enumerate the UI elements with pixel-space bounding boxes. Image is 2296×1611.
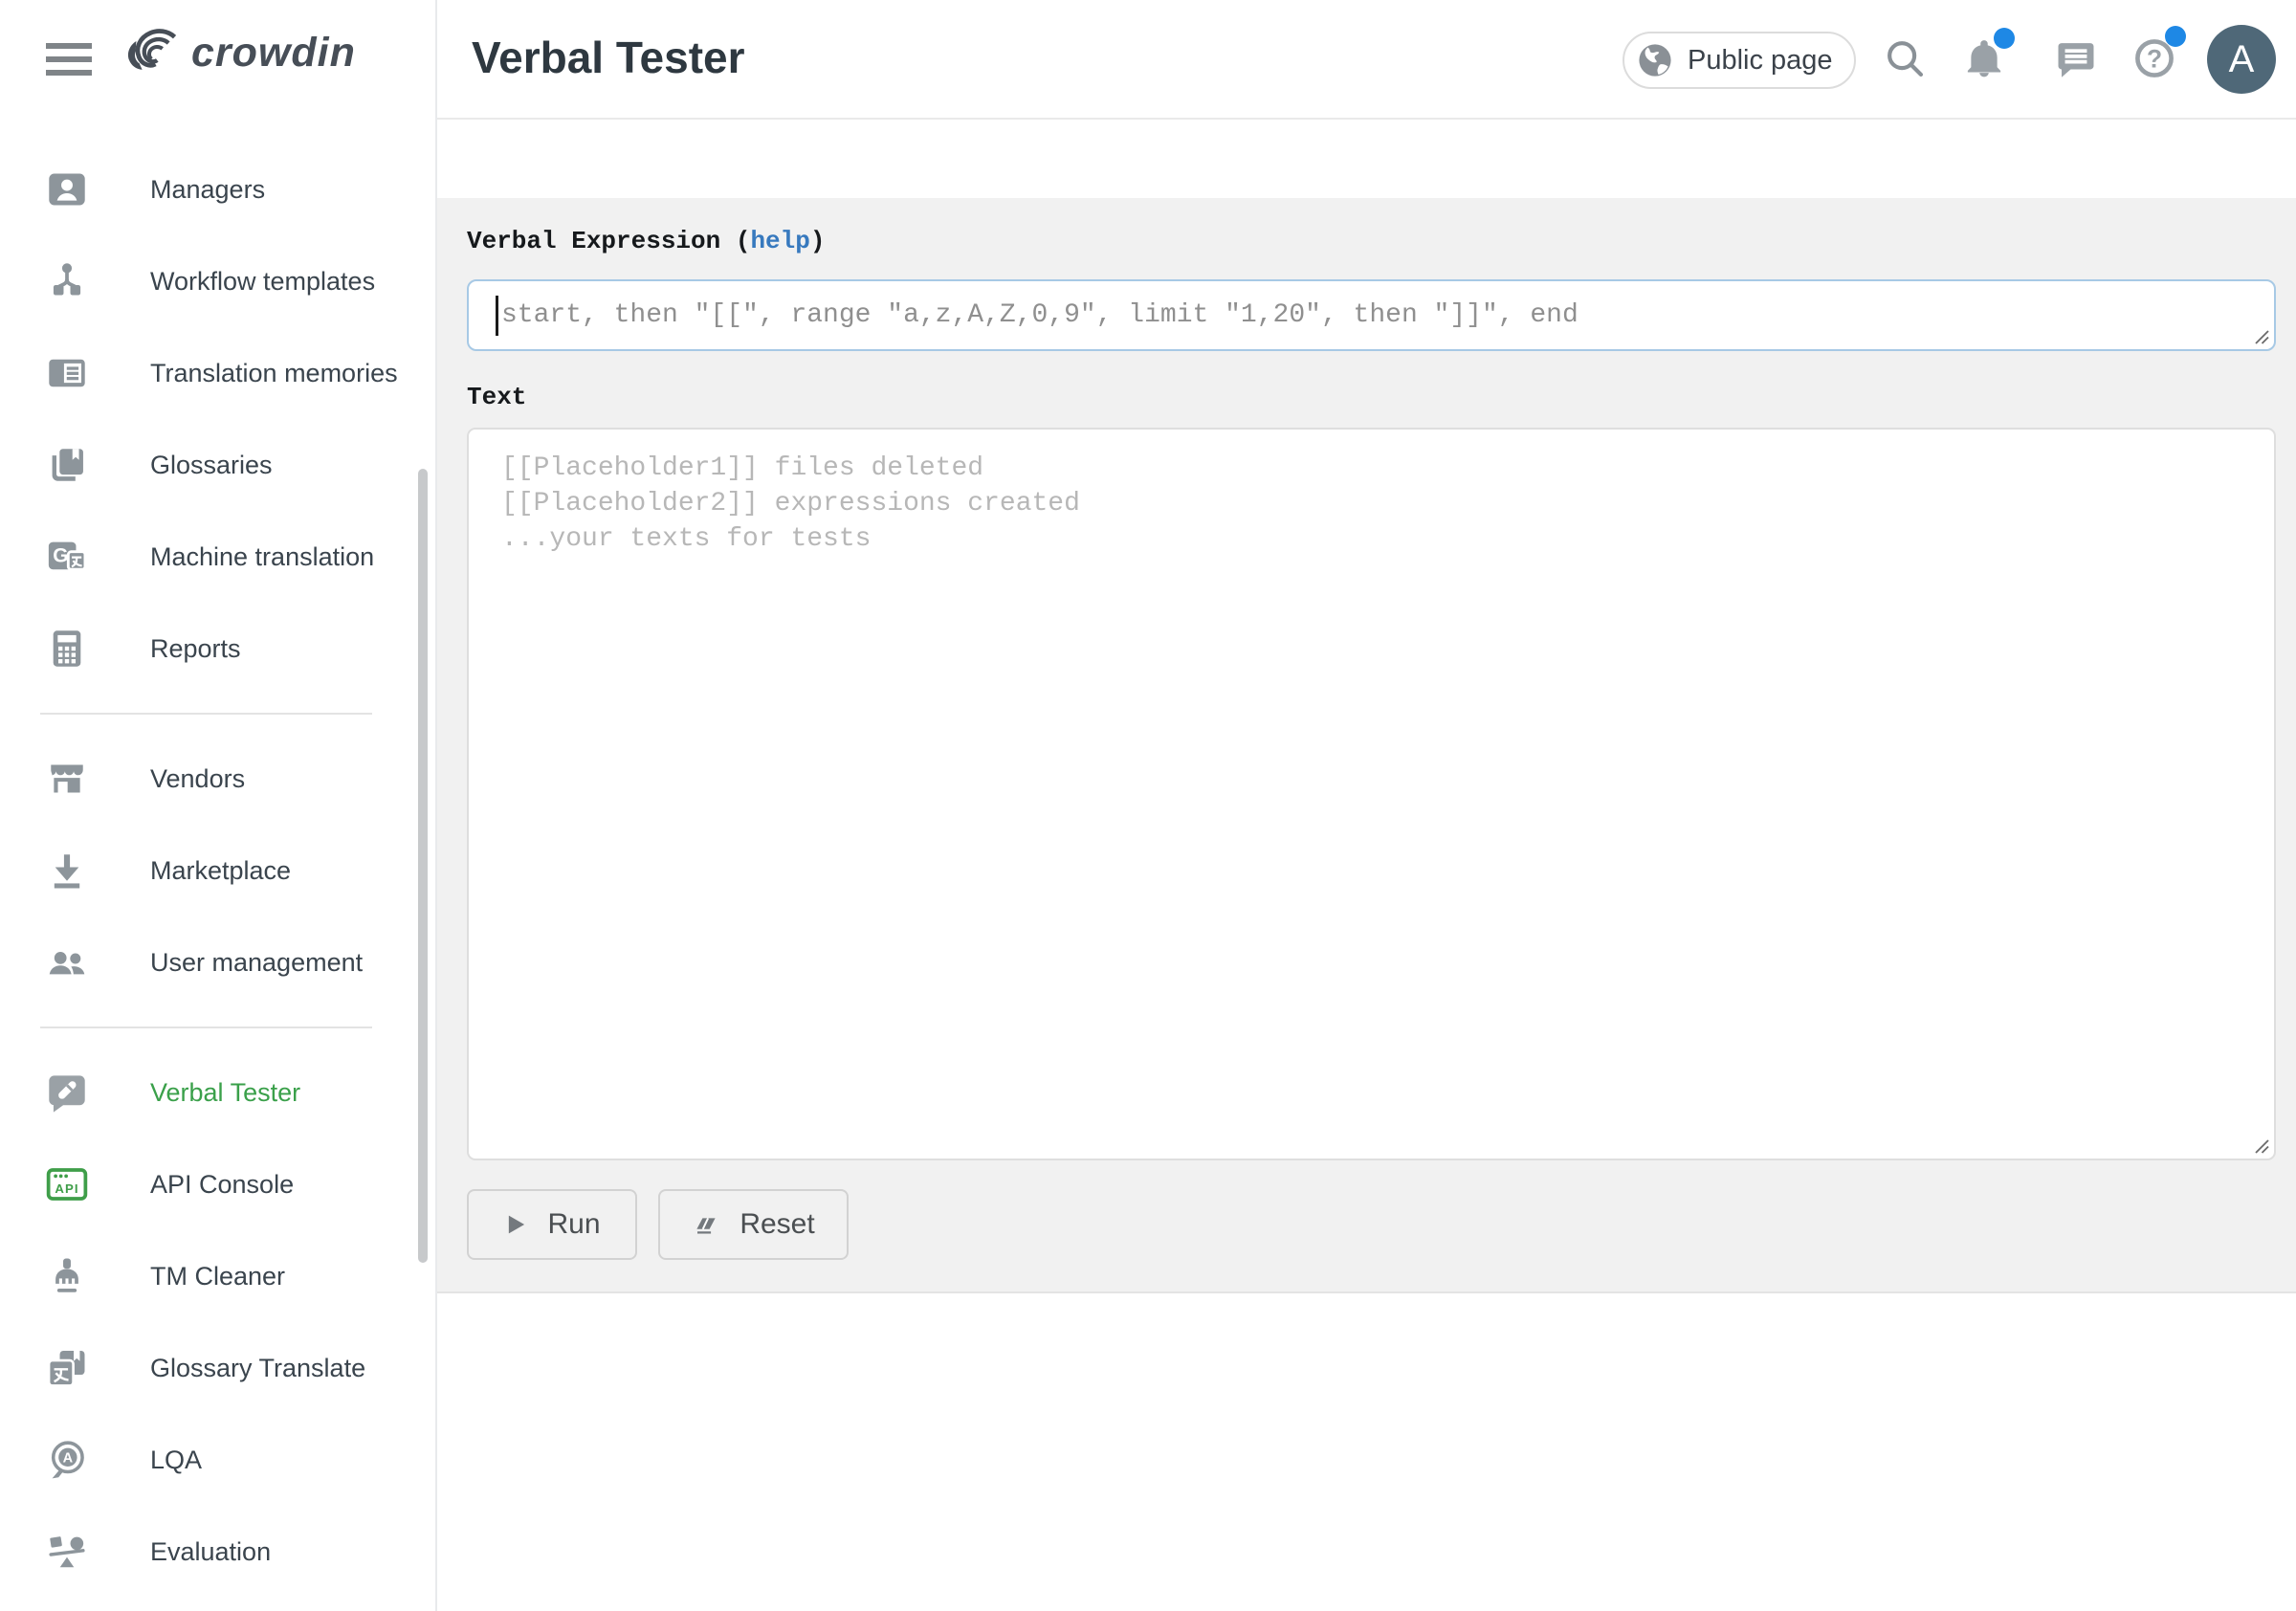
brush-icon (46, 1255, 88, 1297)
sidebar-item-label: Marketplace (150, 856, 291, 886)
expression-label-prefix: Verbal Expression ( (467, 227, 750, 255)
sidebar-item-label: Glossaries (150, 451, 273, 480)
machine-translation-icon: G (46, 536, 88, 578)
storefront-icon (46, 758, 88, 800)
reset-button[interactable]: Reset (658, 1189, 849, 1260)
notification-badge-dot (1994, 28, 2015, 49)
expression-input[interactable] (467, 279, 2276, 351)
play-icon (503, 1210, 528, 1239)
sidebar-item-label: LQA (150, 1445, 202, 1475)
text-field-label: Text (467, 383, 526, 411)
sidebar-item-vendors[interactable]: Vendors (0, 733, 435, 825)
hamburger-menu-icon[interactable] (46, 43, 92, 76)
sidebar-item-label: Translation memories (150, 359, 398, 388)
sidebar-item-label: Evaluation (150, 1537, 271, 1567)
globe-icon (1636, 41, 1674, 79)
help-badge-dot (2165, 26, 2186, 47)
run-button-label: Run (547, 1208, 600, 1241)
expression-label-suffix: ) (810, 227, 826, 255)
search-icon[interactable] (1884, 37, 1926, 79)
top-header: Verbal Tester Public page ? A (437, 0, 2296, 120)
public-page-button[interactable]: Public page (1623, 32, 1856, 89)
lqa-magnifier-icon: A (46, 1439, 88, 1481)
text-input[interactable] (467, 428, 2276, 1160)
glossary-book-icon (46, 444, 88, 486)
user-avatar[interactable]: A (2207, 25, 2276, 94)
sidebar-item-evaluation[interactable]: Evaluation (0, 1506, 435, 1598)
messages-icon[interactable] (2055, 37, 2097, 79)
sidebar-item-label: Glossary Translate (150, 1354, 365, 1383)
notifications-bell-icon[interactable] (1963, 37, 2005, 79)
sidebar-item-label: Managers (150, 175, 265, 205)
crowdin-logo[interactable]: crowdin (121, 25, 356, 80)
svg-text:?: ? (2147, 44, 2162, 73)
sidebar-divider (40, 1026, 372, 1028)
sidebar-item-user-management[interactable]: User management (0, 916, 435, 1008)
sidebar-item-marketplace[interactable]: Marketplace (0, 825, 435, 916)
svg-text:A: A (63, 1451, 74, 1467)
avatar-letter: A (2229, 38, 2255, 81)
glossary-translate-icon (46, 1347, 88, 1389)
verbal-tester-icon (46, 1071, 88, 1114)
sidebar-item-managers[interactable]: Managers (0, 143, 435, 235)
sidebar-item-label: Verbal Tester (150, 1078, 300, 1108)
eraser-icon (692, 1210, 720, 1239)
sidebar-item-reports[interactable]: Reports (0, 603, 435, 695)
resize-handle-icon[interactable] (2251, 326, 2270, 345)
sidebar-divider (40, 713, 372, 715)
workflow-icon (46, 260, 88, 302)
sidebar-item-label: TM Cleaner (150, 1262, 285, 1291)
crowdin-logo-mark-icon (121, 25, 180, 80)
reset-button-label: Reset (740, 1208, 814, 1241)
help-icon[interactable]: ? (2133, 37, 2175, 79)
text-input-wrap: [[Placeholder1]] files deleted [[Placeho… (467, 428, 2276, 1160)
sidebar-item-label: Reports (150, 634, 241, 664)
api-console-icon: API (46, 1163, 88, 1205)
sidebar-nav: Managers Workflow templates Translation … (0, 143, 435, 1598)
help-link[interactable]: help (750, 227, 809, 255)
sidebar: crowdin Managers Workflow templates (0, 0, 437, 1611)
verbal-tester-panel: Verbal Expression (help) start, then "[[… (437, 198, 2296, 1293)
sidebar-item-api-console[interactable]: API API Console (0, 1138, 435, 1230)
sidebar-item-tm-cleaner[interactable]: TM Cleaner (0, 1230, 435, 1322)
translation-memory-icon (46, 352, 88, 394)
person-badge-icon (46, 168, 88, 210)
people-icon (46, 941, 88, 983)
sidebar-item-label: Workflow templates (150, 267, 375, 297)
sidebar-item-machine-translation[interactable]: G Machine translation (0, 511, 435, 603)
page-title: Verbal Tester (472, 32, 745, 83)
sidebar-item-workflow-templates[interactable]: Workflow templates (0, 235, 435, 327)
resize-handle-icon[interactable] (2251, 1136, 2270, 1155)
public-page-label: Public page (1688, 45, 1833, 77)
expression-input-wrap: start, then "[[", range "a,z,A,Z,0,9", l… (467, 279, 2276, 351)
sidebar-item-verbal-tester[interactable]: Verbal Tester (0, 1047, 435, 1138)
sidebar-item-glossaries[interactable]: Glossaries (0, 419, 435, 511)
sidebar-item-glossary-translate[interactable]: Glossary Translate (0, 1322, 435, 1414)
app-window: crowdin Managers Workflow templates (0, 0, 2296, 1611)
main-content: Verbal Expression (help) start, then "[[… (437, 120, 2296, 1611)
sidebar-item-label: API Console (150, 1170, 294, 1200)
sidebar-item-label: Vendors (150, 764, 245, 794)
expression-field-label: Verbal Expression (help) (467, 227, 825, 255)
sidebar-item-label: User management (150, 948, 363, 978)
calculator-icon (46, 628, 88, 670)
sidebar-item-translation-memories[interactable]: Translation memories (0, 327, 435, 419)
run-button[interactable]: Run (467, 1189, 637, 1260)
sidebar-item-lqa[interactable]: A LQA (0, 1414, 435, 1506)
svg-text:G: G (53, 545, 68, 567)
crowdin-logo-text: crowdin (191, 30, 356, 77)
sidebar-item-label: Machine translation (150, 542, 374, 572)
svg-text:API: API (55, 1181, 78, 1196)
sidebar-header: crowdin (0, 0, 435, 118)
sidebar-scrollbar-thumb[interactable] (418, 469, 428, 1263)
balance-scale-icon (46, 1531, 88, 1573)
download-icon (46, 850, 88, 892)
